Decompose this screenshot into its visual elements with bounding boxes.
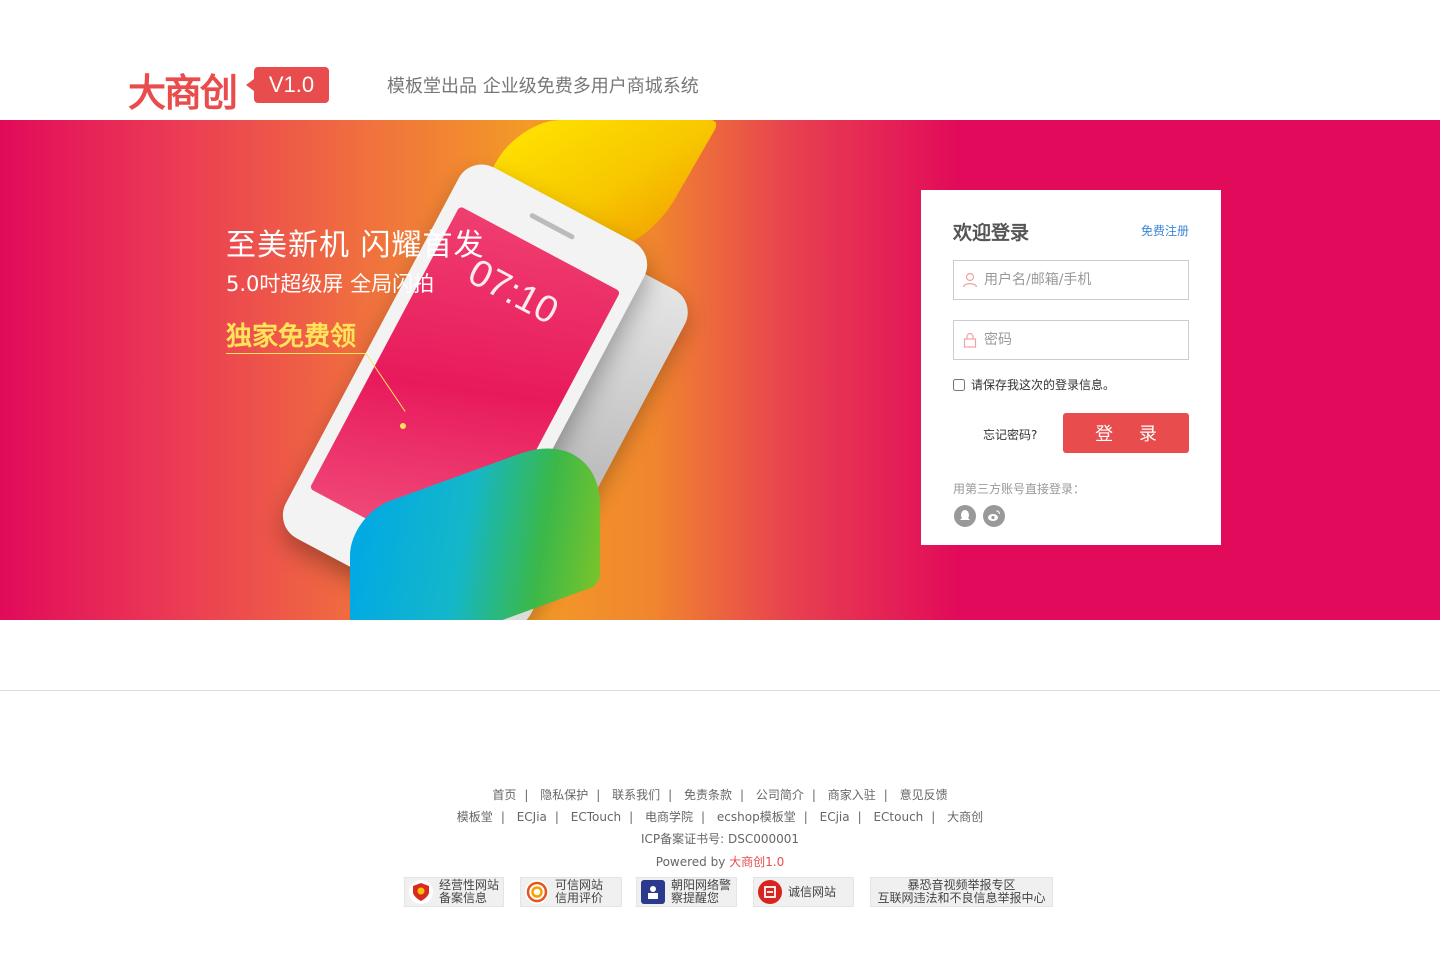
site-logo[interactable]: 大商创 — [128, 62, 238, 117]
banner-promo: 独家免费领 — [226, 322, 357, 352]
icp-record: ICP备案证书号: DSC000001 — [640, 832, 800, 846]
password-field-wrap — [953, 320, 1189, 360]
footer-link-privacy[interactable]: 隐私保护 — [540, 788, 588, 802]
footer-nav-primary: 首页 | 隐私保护 | 联系我们 | 免责条款 | 公司简介 | 商家入驻 | 意见反馈 — [0, 786, 1440, 803]
footer-link-merchant[interactable]: 商家入驻 — [828, 788, 876, 802]
footer-separator: | — [524, 788, 529, 802]
user-icon — [962, 272, 978, 288]
badge-report-center[interactable]: 暴恐音视频举报专区 互联网违法和不良信息举报中心 — [870, 877, 1053, 907]
footer-link-ecjia[interactable]: ECJia — [517, 810, 547, 824]
powered-link[interactable]: 大商创1.0 — [729, 855, 784, 869]
footer-separator: | — [500, 810, 505, 824]
password-input[interactable] — [984, 321, 1184, 359]
promo-pointer-dot — [400, 423, 406, 429]
footer-separator: | — [740, 788, 745, 802]
footer-link-academy[interactable]: 电商学院 — [645, 810, 693, 824]
badge-line2: 察提醒您 — [671, 891, 720, 905]
cyber-police-icon — [641, 880, 665, 904]
login-title: 欢迎登录 — [953, 222, 1030, 244]
footer-link-contact[interactable]: 联系我们 — [612, 788, 660, 802]
footer-separator: | — [931, 810, 936, 824]
badge-cyber-police[interactable]: 朝阳网络警 察提醒您 — [636, 877, 737, 907]
footer-link-about[interactable]: 公司简介 — [756, 788, 804, 802]
promo-banner[interactable]: 07:10 至美新机 闪耀首发 5.0吋超级屏 全局闪拍 独家免费领 — [0, 120, 1440, 620]
badge-trusted-site[interactable]: 可信网站 信用评价 — [520, 877, 622, 907]
footer-nav-partners: 模板堂 | ECJia | ECTouch | 电商学院 | ecshop模板堂 | EC… — [0, 808, 1440, 825]
lock-icon — [963, 332, 977, 348]
footer-link-ectouch-2[interactable]: ECtouch — [873, 810, 923, 824]
weibo-login-icon[interactable] — [983, 505, 1005, 527]
third-party-label: 用第三方账号直接登录： — [953, 482, 1086, 496]
footer-link-feedback[interactable]: 意见反馈 — [900, 788, 948, 802]
username-field-wrap — [953, 260, 1189, 300]
site-header: 大商创 V1.0 模板堂出品 企业级免费多用户商城系统 — [0, 0, 1440, 120]
remember-checkbox[interactable] — [953, 378, 965, 391]
footer-separator: | — [668, 788, 673, 802]
version-badge: V1.0 — [246, 67, 329, 103]
banner-subtitle: 5.0吋超级屏 全局闪拍 — [226, 272, 435, 296]
footer-separator: | — [596, 788, 601, 802]
footer-link-mobantang[interactable]: 模板堂 — [457, 810, 493, 824]
integrity-icon — [758, 880, 782, 904]
remember-me[interactable]: 请保存我这次的登录信息。 — [953, 376, 1115, 393]
phone-speaker — [528, 212, 576, 241]
forgot-password-link[interactable]: 忘记密码? — [983, 426, 1037, 443]
footer-link-ecshop[interactable]: ecshop模板堂 — [717, 810, 796, 824]
badge-line2: 备案信息 — [439, 891, 488, 905]
site-slogan: 模板堂出品 企业级免费多用户商城系统 — [387, 76, 699, 97]
remember-label: 请保存我这次的登录信息。 — [971, 378, 1116, 392]
login-button[interactable]: 登 录 — [1063, 413, 1189, 453]
footer-separator: | — [883, 788, 888, 802]
powered-prefix: Powered by — [655, 855, 730, 869]
footer-separator: | — [803, 810, 808, 824]
qq-icon — [960, 510, 970, 520]
promo-underline — [226, 353, 366, 354]
footer-link-dashangchuang[interactable]: 大商创 — [947, 810, 983, 824]
powered-by: Powered by 大商创1.0 — [0, 853, 1440, 870]
badge-line1: 诚信网站 — [788, 884, 837, 899]
banner-title: 至美新机 闪耀首发 — [226, 228, 485, 263]
trusted-site-icon — [525, 880, 549, 904]
register-link[interactable]: 免费注册 — [1141, 222, 1189, 239]
footer-separator: | — [554, 810, 559, 824]
footer-separator: | — [857, 810, 862, 824]
login-panel: 欢迎登录 免费注册 请保存我这次的登录信息。 忘记密码? 登 录 用第三方账号直… — [921, 190, 1221, 545]
footer-separator: | — [629, 810, 634, 824]
footer-separator: | — [701, 810, 706, 824]
badge-business-record[interactable]: 经营性网站 备案信息 — [404, 877, 504, 907]
police-shield-icon — [409, 880, 433, 904]
footer-link-ecjia-2[interactable]: ECjia — [820, 810, 850, 824]
badge-integrity-site[interactable]: 诚信网站 — [753, 877, 854, 907]
badge-line2: 信用评价 — [555, 891, 604, 905]
username-input[interactable] — [984, 261, 1184, 299]
footer-link-home[interactable]: 首页 — [492, 788, 516, 802]
footer-separator: | — [811, 788, 816, 802]
weibo-icon — [988, 510, 1001, 521]
footer-link-disclaimer[interactable]: 免责条款 — [684, 788, 732, 802]
badge-line2: 互联网违法和不良信息举报中心 — [877, 891, 1046, 905]
footer-link-ectouch[interactable]: ECTouch — [571, 810, 621, 824]
footer-divider — [0, 690, 1440, 691]
qq-login-icon[interactable] — [954, 505, 976, 527]
